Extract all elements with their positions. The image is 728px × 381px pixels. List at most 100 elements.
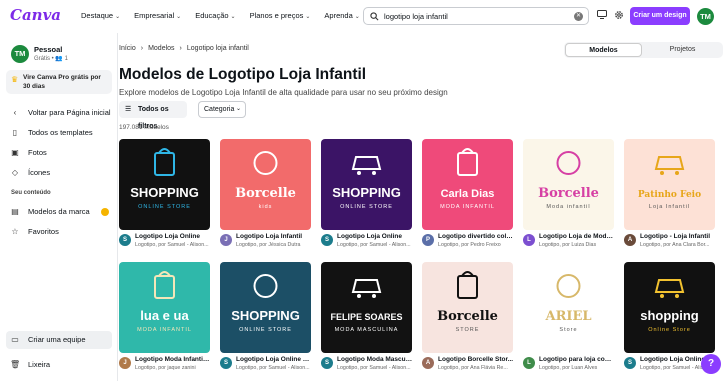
sidebar-item-label: Fotos (28, 148, 47, 157)
page-title: Modelos de Logotipo Loja Infantil (119, 66, 367, 83)
nav-label: Aprenda (324, 11, 353, 20)
template-title[interactable]: Logotipo divertido colo... (438, 233, 514, 240)
author-avatar[interactable]: S (321, 234, 333, 246)
clear-search-icon[interactable]: ✕ (574, 12, 583, 21)
template-thumbnail[interactable]: Carla Dias MODA INFANTIL (422, 139, 513, 230)
logo-main-text: SHOPPING (231, 308, 300, 323)
template-author: Logotipo, por Samuel - Alison... (236, 365, 310, 371)
logo-sub-text: Store (559, 327, 577, 333)
star-icon: ☆ (11, 227, 19, 236)
template-thumbnail[interactable]: Borcelle kids (220, 139, 311, 230)
template-title[interactable]: Logotipo Loja Online B... (236, 356, 312, 363)
author-avatar[interactable]: L (523, 357, 535, 369)
trash-icon: 🗑 (10, 360, 21, 369)
template-thumbnail[interactable]: Borcelle STORE (422, 262, 513, 353)
author-avatar[interactable]: P (422, 234, 434, 246)
template-thumbnail[interactable]: ARIEL Store (523, 262, 614, 353)
template-author: Logotipo, por Luiza Dias (539, 242, 597, 248)
template-title[interactable]: Logotipo Moda Infantil ... (135, 356, 211, 363)
sidebar-item-templates[interactable]: ▯ Todos os templates (10, 128, 93, 137)
sidebar-item-icons[interactable]: ◇ Ícones (10, 168, 50, 177)
template-author: Logotipo, por Samuel - Alison... (337, 242, 411, 248)
template-author: Logotipo, por Ana Flávia Re... (438, 365, 508, 371)
author-avatar[interactable]: S (119, 234, 131, 246)
all-filters-button[interactable]: ☰ Todos os filtros (119, 101, 187, 130)
logo-main-text: Patinho Feio (638, 190, 701, 200)
nav-item-educacao[interactable]: Educação ⌄ (195, 11, 235, 20)
template-thumbnail[interactable]: SHOPPING ONLINE STORE (321, 139, 412, 230)
tab-projects[interactable]: Projetos (644, 43, 721, 57)
template-title[interactable]: Logotipo Loja Infantil (236, 233, 312, 240)
chevron-down-icon: ⌄ (354, 14, 360, 20)
author-avatar[interactable]: S (321, 357, 333, 369)
pro-trial-promo[interactable]: ♛ Vire Canva Pro grátis por 30 dias (6, 70, 112, 94)
create-team-label-row[interactable]: ▭ Criar uma equipe (10, 335, 86, 344)
sidebar-item-trash[interactable]: 🗑 Lixeira (10, 360, 50, 369)
logo-sub-text: kids (259, 204, 273, 210)
template-thumbnail[interactable]: Borcelle Moda infantil (523, 139, 614, 230)
shapes-icon: ◇ (11, 168, 19, 177)
chevron-right-icon: › (140, 45, 144, 52)
template-title[interactable]: Logotipo para loja com... (539, 356, 615, 363)
author-avatar[interactable]: A (624, 234, 636, 246)
search-query: logotipo loja infantil (384, 11, 448, 21)
template-title[interactable]: Logotipo Borcelle Stor... (438, 356, 514, 363)
breadcrumb-home[interactable]: Início (119, 45, 136, 52)
help-button[interactable]: ? (701, 354, 721, 374)
template-thumbnail[interactable]: Patinho Feio Loja Infantil (624, 139, 715, 230)
author-avatar[interactable]: S (624, 357, 636, 369)
template-thumbnail[interactable]: shopping Online Store (624, 262, 715, 353)
author-avatar[interactable]: A (422, 357, 434, 369)
template-title[interactable]: Logotipo Loja de Moda ... (539, 233, 615, 240)
author-avatar[interactable]: L (523, 234, 535, 246)
account-name[interactable]: Pessoal (34, 45, 62, 54)
template-icon: ▯ (12, 128, 18, 137)
sidebar-item-brand-templates[interactable]: ▤ Modelos da marca (10, 207, 89, 216)
template-thumbnail[interactable]: FELIPE SOARES MODA MASCULINA (321, 262, 412, 353)
logo-sub-text: MODA MASCULINA (335, 327, 399, 333)
canva-logo[interactable]: Canva (10, 6, 61, 24)
template-title[interactable]: Logotipo Moda Masculi... (337, 356, 413, 363)
gear-icon[interactable] (614, 10, 624, 22)
template-thumbnail[interactable]: lua e ua MODA INFANTIL (119, 262, 210, 353)
template-title[interactable]: Logotipo Loja Online (135, 233, 211, 240)
logo-sub-text: Online Store (648, 327, 691, 333)
tab-switcher: Modelos Projetos (564, 42, 723, 58)
author-avatar[interactable]: J (220, 234, 232, 246)
template-author: Logotipo, por Samuel - Alison... (337, 365, 411, 371)
logo-sub-text: MODA INFANTIL (137, 327, 192, 333)
create-design-button[interactable]: Criar um design (630, 7, 690, 25)
sidebar-item-home[interactable]: ‹ Voltar para Página inicial (10, 108, 111, 117)
author-avatar[interactable]: J (119, 357, 131, 369)
nav-item-empresarial[interactable]: Empresarial ⌄ (134, 11, 181, 20)
breadcrumb-templates[interactable]: Modelos (148, 45, 174, 52)
template-title[interactable]: Logotipo - Loja Infantil (640, 233, 716, 240)
nav-item-destaque[interactable]: Destaque ⌄ (81, 11, 120, 20)
main-nav: Destaque ⌄ Empresarial ⌄ Educação ⌄ Planos … (81, 11, 360, 20)
sidebar-item-label: Favoritos (28, 227, 59, 236)
search-input[interactable]: logotipo loja infantil ✕ (363, 7, 589, 25)
nav-item-aprenda[interactable]: Aprenda ⌄ (324, 11, 359, 20)
section-heading: Seu conteúdo (11, 190, 51, 196)
account-avatar[interactable]: TM (11, 45, 29, 63)
pro-badge-icon (101, 208, 109, 216)
author-avatar[interactable]: S (220, 357, 232, 369)
create-team-label: Criar uma equipe (28, 335, 86, 344)
result-count: 197.081 modelos (119, 124, 169, 131)
sidebar-item-photos[interactable]: ▣ Fotos (10, 148, 47, 157)
template-title[interactable]: Logotipo Loja Online (337, 233, 413, 240)
desktop-app-icon[interactable] (597, 10, 607, 21)
nav-item-planos[interactable]: Planos e preços ⌄ (250, 11, 311, 20)
template-thumbnail[interactable]: SHOPPING ONLINE STORE (220, 262, 311, 353)
category-dropdown[interactable]: Categoria ⌄ (198, 101, 246, 118)
sidebar-item-favorites[interactable]: ☆ Favoritos (10, 227, 59, 236)
template-thumbnail[interactable]: SHOPPING ONLINE STORE (119, 139, 210, 230)
logo-sub-text: ONLINE STORE (239, 327, 292, 333)
chevron-down-icon: ⌄ (230, 14, 236, 20)
tab-templates[interactable]: Modelos (565, 43, 642, 57)
crown-icon: ♛ (11, 75, 19, 84)
chevron-right-icon: › (179, 45, 182, 52)
logo-sub-text: Moda infantil (546, 204, 590, 210)
avatar[interactable]: TM (697, 8, 714, 25)
logo-sub-text: ONLINE STORE (138, 204, 191, 210)
